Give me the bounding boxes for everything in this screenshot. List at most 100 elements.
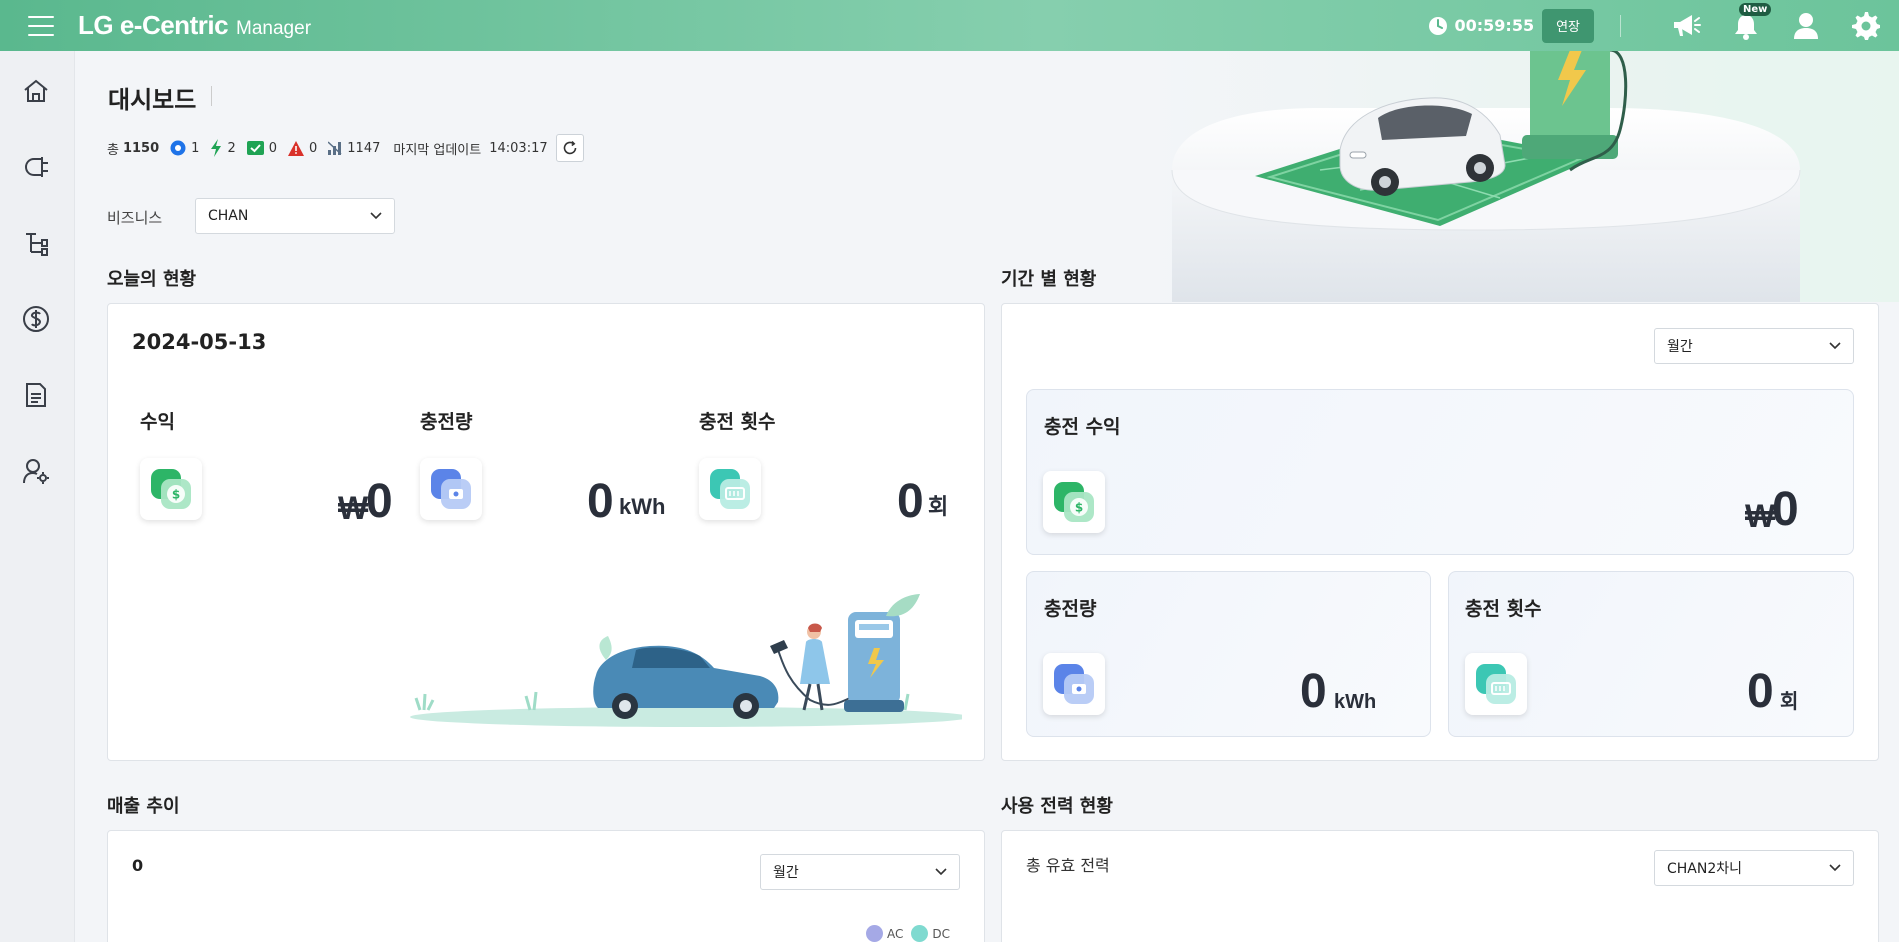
power-section-title: 사용 전력 현황: [1001, 796, 1113, 817]
power-site-select[interactable]: CHAN2차니: [1654, 850, 1854, 886]
dollar-icon[interactable]: [21, 304, 51, 334]
legend-dc-swatch: [911, 925, 929, 942]
stat-offline: 1147: [328, 141, 380, 156]
stat-offline-value: 1147: [347, 140, 381, 156]
period-range-select[interactable]: 월간: [1654, 328, 1854, 364]
period-energy-value: 0: [1300, 665, 1327, 718]
charge-count-icon: [699, 458, 761, 520]
chevron-down-icon: [1829, 864, 1841, 872]
chevron-down-icon: [1829, 342, 1841, 350]
today-count-label: 충전 횟수: [699, 411, 776, 433]
period-revenue-currency: ₩: [1745, 498, 1776, 534]
home-icon[interactable]: [21, 76, 51, 106]
document-icon[interactable]: [21, 380, 51, 410]
today-energy-label: 충전량: [420, 411, 473, 433]
brand-main-text: LG e-Centric: [78, 10, 229, 40]
sales-period-value: 월간: [773, 865, 799, 881]
stat-available: 1: [170, 140, 199, 156]
today-section-title: 오늘의 현황: [107, 269, 197, 290]
chevron-down-icon: [935, 868, 947, 876]
completed-check-icon: [246, 141, 264, 155]
period-revenue-label: 충전 수익: [1044, 416, 1121, 438]
clock-icon: [1429, 16, 1448, 35]
business-select[interactable]: CHAN: [195, 198, 395, 234]
revenue-icon: $: [1043, 471, 1105, 533]
business-select-value: CHAN: [208, 208, 249, 224]
header-actions: 00:59:55 연장 New: [1428, 2, 1883, 43]
stat-completed-value: 0: [268, 140, 277, 156]
energy-battery-icon: [1043, 653, 1105, 715]
top-header: LG e-Centric Manager 00:59:55 연장 New: [0, 0, 1899, 51]
legend-ac-swatch: [866, 925, 883, 942]
bell-icon[interactable]: New: [1729, 2, 1772, 43]
period-count-unit: 회: [1780, 691, 1799, 713]
period-range-value: 월간: [1667, 339, 1693, 355]
plug-icon[interactable]: [21, 152, 51, 182]
chevron-down-icon: [370, 212, 382, 220]
period-section-title: 기간 별 현황: [1001, 269, 1097, 290]
last-update-time: 14:03:17: [489, 140, 548, 156]
sales-chart-legend: AC DC: [866, 925, 958, 942]
sales-section-title: 매출 추이: [107, 796, 180, 817]
available-status-icon: [170, 140, 186, 156]
session-timer: 00:59:55: [1428, 16, 1534, 36]
hero-ev-illustration: [1150, 40, 1899, 302]
extend-session-button[interactable]: 연장: [1542, 8, 1594, 43]
period-revenue-value: 0: [1772, 483, 1799, 536]
power-subtitle: 총 유효 전력: [1026, 856, 1110, 875]
left-sidebar: [0, 51, 75, 942]
period-energy-unit: kWh: [1334, 691, 1377, 713]
period-energy-label: 충전량: [1044, 598, 1097, 620]
charging-bolt-icon: [211, 139, 222, 157]
stat-total: 총 1150: [107, 139, 159, 158]
stat-error-value: 0: [309, 140, 318, 156]
user-settings-icon[interactable]: [21, 456, 51, 486]
stat-error: 0: [288, 140, 318, 156]
today-count-value: 0: [897, 475, 924, 528]
energy-battery-icon: [420, 458, 482, 520]
offline-signal-icon: [328, 141, 342, 155]
today-energy-unit: kWh: [619, 494, 666, 519]
today-revenue-currency: ₩: [338, 490, 369, 526]
gear-icon[interactable]: [1849, 9, 1883, 43]
revenue-icon: $: [140, 458, 202, 520]
legend-item-ac[interactable]: AC: [866, 925, 903, 942]
hamburger-menu-icon[interactable]: [28, 15, 54, 36]
megaphone-icon[interactable]: [1669, 9, 1703, 43]
last-update-label: 마지막 업데이트: [393, 142, 482, 158]
legend-dc-label: DC: [932, 926, 951, 941]
charger-status-summary: 총 1150 1 2 0 0 1147 마지막 업데이트 14:03:17: [107, 134, 584, 162]
stat-charging: 2: [210, 139, 236, 157]
page-title: 대시보드: [108, 86, 197, 114]
legend-item-dc[interactable]: DC: [911, 925, 950, 942]
today-energy-value: 0: [587, 475, 614, 528]
session-timer-value: 00:59:55: [1454, 16, 1535, 35]
stat-charging-value: 2: [227, 140, 236, 156]
brand-sub-text: Manager: [236, 18, 312, 39]
legend-ac-label: AC: [887, 926, 904, 941]
today-revenue-value: 0: [366, 475, 393, 528]
today-revenue-label: 수익: [140, 411, 175, 433]
today-count-unit: 회: [928, 494, 949, 519]
period-count-label: 충전 횟수: [1465, 598, 1542, 620]
sales-total-value: 0: [132, 856, 144, 875]
stat-total-value: 1150: [122, 140, 160, 156]
hierarchy-icon[interactable]: [21, 228, 51, 258]
stat-completed: 0: [246, 140, 277, 156]
user-icon[interactable]: [1789, 9, 1823, 43]
ev-charging-illustration: [410, 594, 962, 727]
brand-logo[interactable]: LG e-Centric Manager: [78, 10, 311, 41]
error-warning-icon: [288, 140, 304, 156]
stat-total-label: 총: [107, 142, 119, 158]
stat-available-value: 1: [191, 140, 200, 156]
title-divider: [211, 86, 212, 106]
power-site-value: CHAN2차니: [1667, 861, 1743, 877]
charge-count-icon: [1465, 653, 1527, 715]
refresh-button[interactable]: [555, 134, 584, 162]
period-count-value: 0: [1747, 665, 1774, 718]
period-revenue-card: [1026, 389, 1854, 555]
sales-period-select[interactable]: 월간: [760, 854, 960, 890]
business-label: 비즈니스: [107, 209, 163, 227]
power-usage-card: [1001, 830, 1879, 942]
svg-text:$: $: [172, 488, 180, 502]
